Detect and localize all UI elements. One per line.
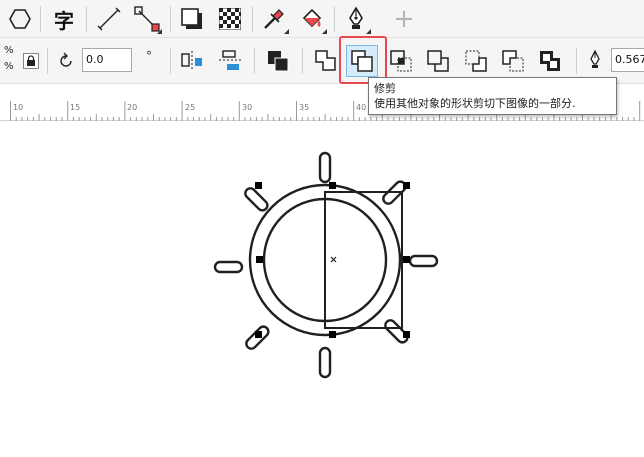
create-boundary-button[interactable] xyxy=(534,45,566,77)
connector-tool-button[interactable] xyxy=(131,3,163,35)
plus-icon: + xyxy=(393,4,415,34)
back-minus-front-icon xyxy=(502,50,524,72)
center-mark-icon xyxy=(330,256,337,263)
toolbar-separator xyxy=(40,6,41,32)
dimension-line-icon xyxy=(97,7,121,31)
drawing-canvas[interactable] xyxy=(0,122,644,457)
selection-handle[interactable] xyxy=(255,182,262,189)
combine-button[interactable] xyxy=(262,45,294,77)
toolbar-separator xyxy=(86,6,87,32)
fill-tool-button[interactable] xyxy=(296,3,328,35)
create-boundary-icon xyxy=(540,51,560,71)
app-window: 字 + % % 0.0 ° 0.567 10 15 20 25 30 35 40… xyxy=(0,0,644,457)
hexagon-icon xyxy=(9,9,31,29)
weld-button[interactable] xyxy=(310,45,342,77)
toolbar-separator xyxy=(47,48,48,74)
mirror-horizontal-button[interactable] xyxy=(176,45,208,77)
sun-ray-top-left xyxy=(244,187,269,212)
toolbar-separator xyxy=(302,48,303,74)
simplify-button[interactable] xyxy=(422,45,454,77)
line-tool-button[interactable] xyxy=(93,3,125,35)
selection-handle[interactable] xyxy=(255,331,262,338)
ruler-label: 10 xyxy=(13,103,24,112)
intersect-icon xyxy=(390,50,412,72)
weld-icon xyxy=(315,50,336,71)
ruler-label: 40 xyxy=(356,103,367,112)
polygon-tool-button[interactable] xyxy=(4,3,36,35)
pen-nib-icon xyxy=(349,6,363,29)
drop-shadow-icon xyxy=(181,8,202,29)
intersect-button[interactable] xyxy=(385,45,417,77)
toolbar-separator xyxy=(254,48,255,74)
lock-icon xyxy=(27,55,35,66)
selection-handle[interactable] xyxy=(329,182,336,189)
transparency-tool-button[interactable] xyxy=(214,3,246,35)
sun-ray-bottom xyxy=(318,346,332,379)
flyout-arrow-icon xyxy=(157,29,162,34)
toolbar-separator xyxy=(334,6,335,32)
ruler-label: 30 xyxy=(242,103,253,112)
scale-x-percent-label: % xyxy=(4,45,14,56)
checkerboard-icon xyxy=(219,8,241,30)
back-minus-front-button[interactable] xyxy=(497,45,529,77)
ruler-label: 20 xyxy=(127,103,138,112)
tooltip-description: 使用其他对象的形状剪切下图像的一部分. xyxy=(374,97,576,110)
add-tool-button[interactable]: + xyxy=(388,3,420,35)
front-minus-back-button[interactable] xyxy=(460,45,492,77)
simplify-icon xyxy=(427,50,449,72)
flyout-arrow-icon xyxy=(322,29,327,34)
outline-width-input[interactable]: 0.567 xyxy=(611,48,644,72)
sun-ray-left xyxy=(213,260,244,274)
mirror-vertical-button[interactable] xyxy=(214,45,246,77)
flyout-arrow-icon xyxy=(284,29,289,34)
text-tool-button[interactable]: 字 xyxy=(48,3,80,35)
toolbar-separator xyxy=(170,6,171,32)
lock-ratio-button[interactable] xyxy=(23,53,39,69)
ruler-label: 15 xyxy=(70,103,81,112)
toolbar-separator xyxy=(576,48,577,74)
rotation-angle-input[interactable]: 0.0 xyxy=(82,48,132,72)
outline-pen-tool-button[interactable] xyxy=(340,3,372,35)
ruler-label: 35 xyxy=(299,103,310,112)
mirror-horizontal-icon xyxy=(181,51,202,71)
toolbar-separator xyxy=(252,6,253,32)
scale-y-percent-label: % xyxy=(4,61,14,72)
outline-width-icon xyxy=(588,49,602,74)
mirror-vertical-icon xyxy=(219,50,241,70)
trim-tooltip: 修剪 使用其他对象的形状剪切下图像的一部分. xyxy=(368,77,617,115)
selection-handle[interactable] xyxy=(329,331,336,338)
sun-ray-right xyxy=(408,254,439,268)
sun-ray-top xyxy=(318,151,332,184)
drop-shadow-tool-button[interactable] xyxy=(176,3,208,35)
text-icon: 字 xyxy=(54,8,74,33)
front-minus-back-icon xyxy=(465,50,487,72)
combine-icon xyxy=(268,51,289,72)
selection-handle[interactable] xyxy=(403,256,410,263)
toolbox: 字 + xyxy=(0,0,644,38)
toolbar-separator xyxy=(170,48,171,74)
flyout-arrow-icon xyxy=(366,29,371,34)
tooltip-title: 修剪 xyxy=(374,82,396,95)
degree-symbol: ° xyxy=(146,49,152,63)
rotation-icon xyxy=(56,51,76,75)
selection-handle[interactable] xyxy=(403,331,410,338)
drawing-artwork xyxy=(213,151,439,379)
eyedropper-tool-button[interactable] xyxy=(258,3,290,35)
ruler-label: 25 xyxy=(185,103,196,112)
selection-handle[interactable] xyxy=(403,182,410,189)
selection-handle[interactable] xyxy=(256,256,263,263)
